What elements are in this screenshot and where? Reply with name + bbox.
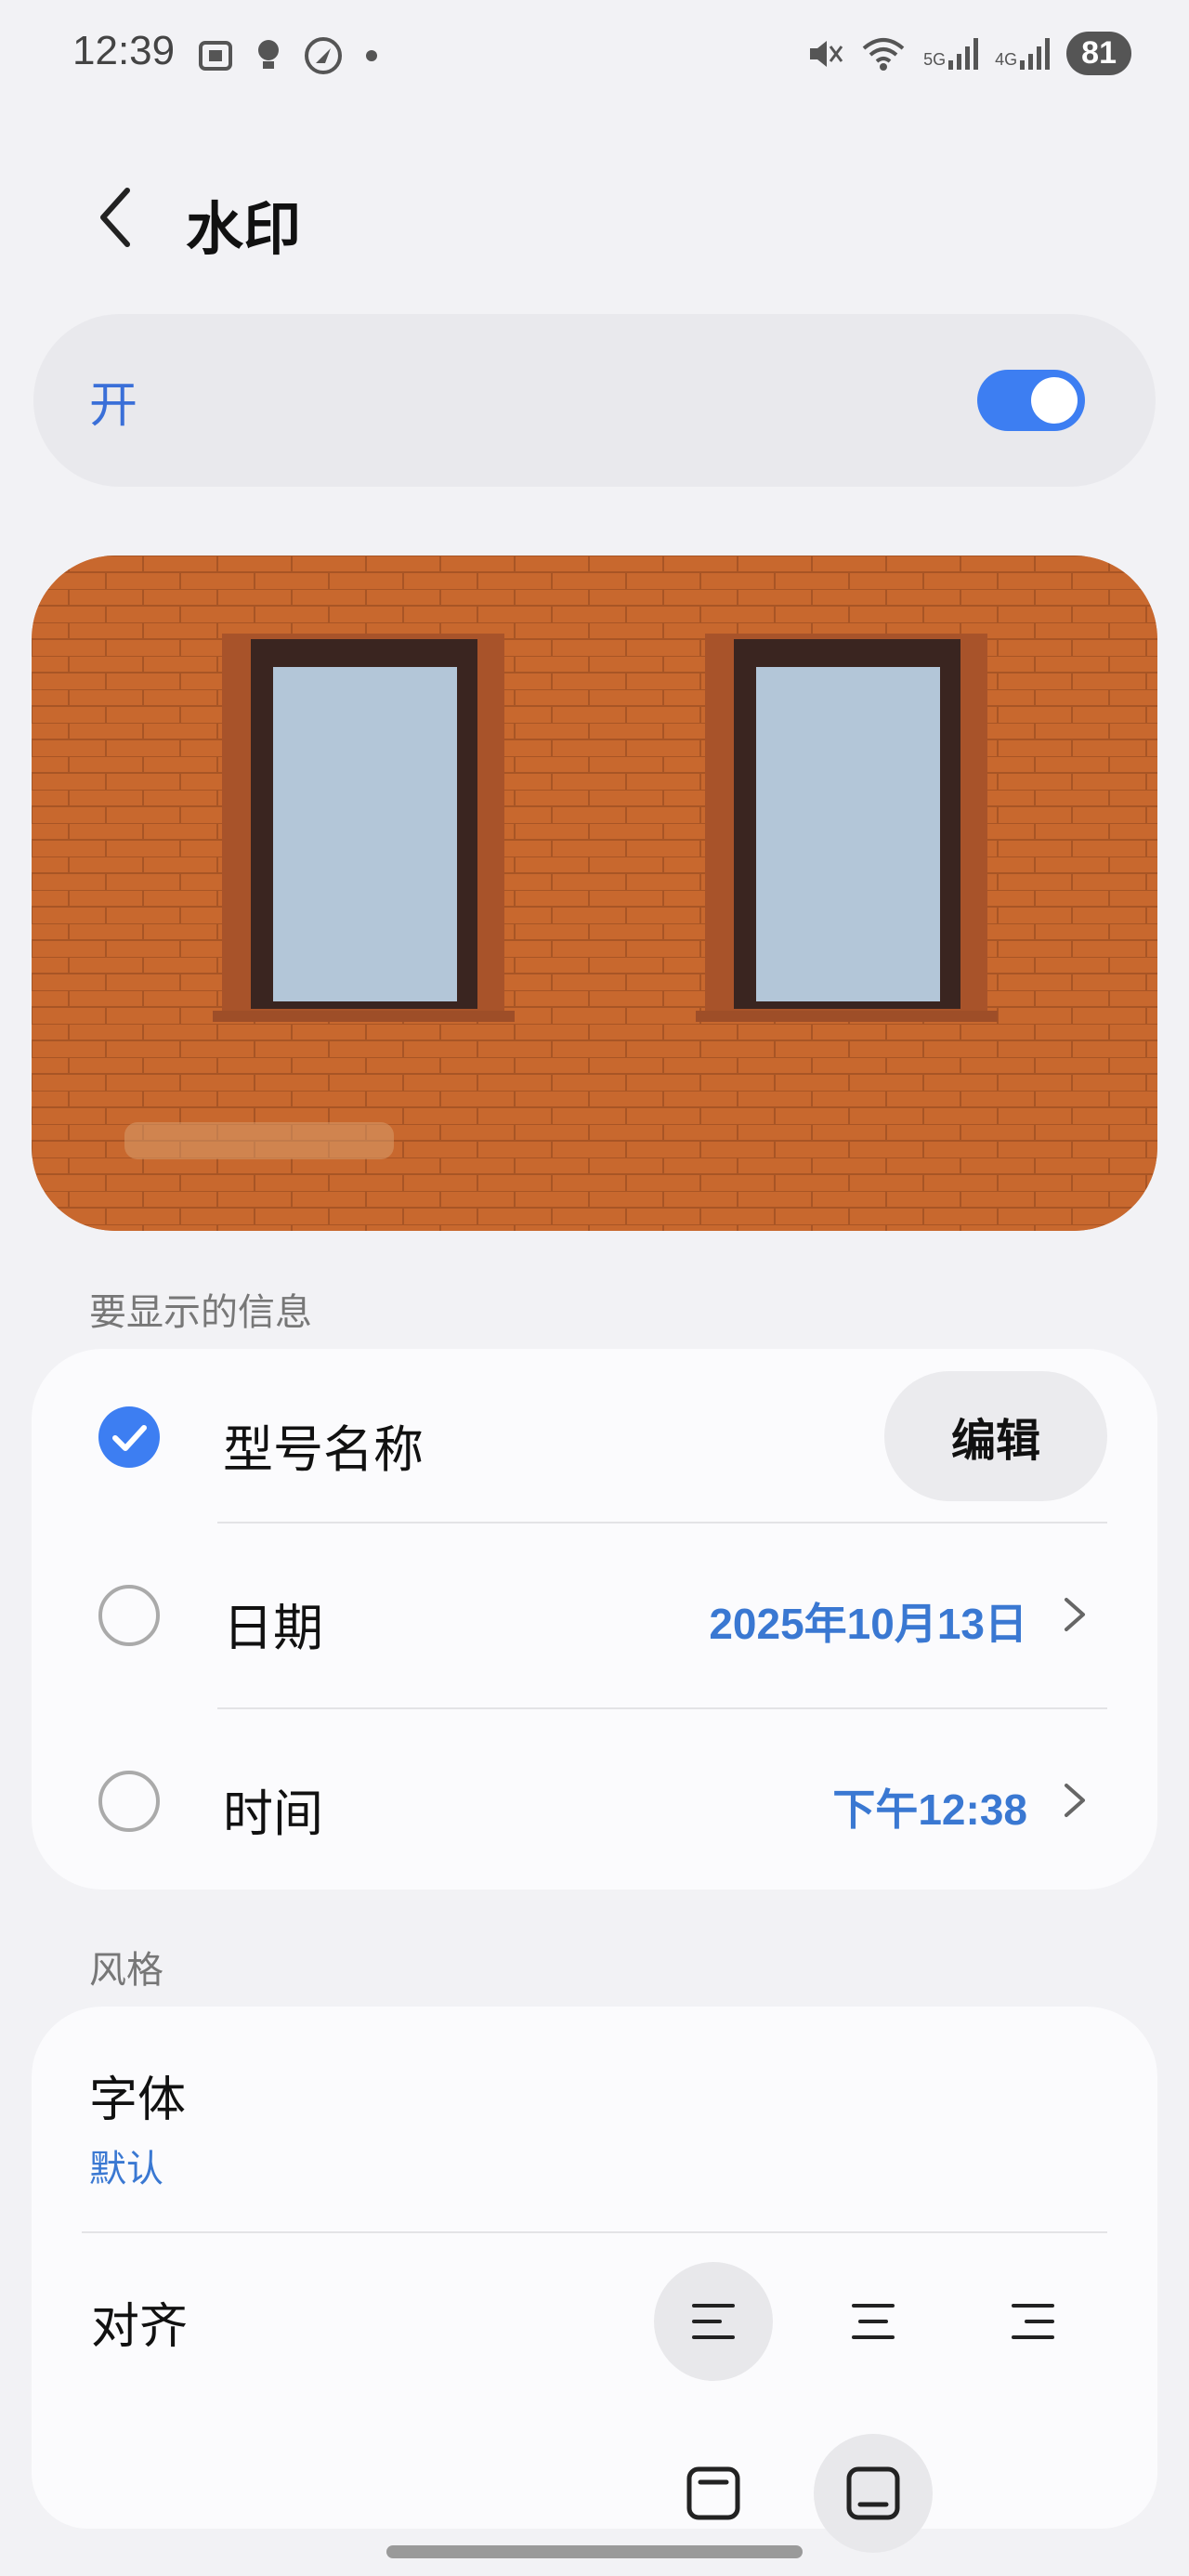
home-indicator[interactable] xyxy=(386,2545,803,2558)
font-label: 字体 xyxy=(89,2073,187,2128)
bulb-icon xyxy=(258,40,279,69)
chevron-right-icon xyxy=(1065,1784,1085,1817)
date-checkbox[interactable] xyxy=(98,1585,160,1646)
time-checkbox[interactable] xyxy=(98,1771,160,1832)
position-bottom-icon xyxy=(846,2466,900,2520)
status-bar: 12:39 5G 4G 81 xyxy=(0,0,1189,111)
position-top-button[interactable] xyxy=(654,2434,773,2553)
watermark-toggle-label: 开 xyxy=(89,378,138,434)
info-section-heading: 要显示的信息 xyxy=(89,1291,312,1334)
header: 水印 xyxy=(0,167,1189,269)
page-title: 水印 xyxy=(186,195,302,263)
alignment-label: 对齐 xyxy=(91,2299,189,2355)
position-bottom-button[interactable] xyxy=(814,2434,933,2553)
font-row[interactable]: 字体 默认 xyxy=(32,2007,1157,2229)
time-row[interactable]: 时间 下午12:38 xyxy=(32,1711,1157,1888)
model-name-row[interactable]: 型号名称 编辑 xyxy=(32,1349,1157,1525)
edit-button[interactable]: 编辑 xyxy=(884,1371,1107,1501)
style-card: 字体 默认 对齐 xyxy=(32,2007,1157,2553)
navigation-icon xyxy=(305,37,342,74)
screenshot-icon xyxy=(199,41,232,71)
style-section-heading: 风格 xyxy=(89,1949,163,1992)
align-right-button[interactable] xyxy=(973,2262,1092,2381)
brick-wall-photo xyxy=(32,556,1157,1231)
time-value: 下午12:38 xyxy=(832,1785,1027,1834)
switch-knob xyxy=(1031,377,1078,424)
date-value: 2025年10月13日 xyxy=(709,1600,1027,1648)
back-button[interactable] xyxy=(82,180,147,255)
watermark-switch[interactable] xyxy=(977,370,1085,431)
align-left-button[interactable] xyxy=(654,2262,773,2381)
model-name-label: 型号名称 xyxy=(223,1420,424,1479)
mute-icon xyxy=(810,40,843,67)
row-divider xyxy=(217,1522,1107,1523)
font-value: 默认 xyxy=(89,2148,163,2190)
row-divider xyxy=(82,2231,1107,2233)
model-name-checkbox[interactable] xyxy=(98,1406,160,1468)
dot-icon xyxy=(366,50,377,61)
date-label: 日期 xyxy=(223,1599,323,1657)
time-label: 时间 xyxy=(223,1785,323,1843)
info-card: 型号名称 编辑 日期 2025年10月13日 时间 下午12:38 xyxy=(32,1349,1157,1890)
position-top-icon xyxy=(686,2466,740,2520)
wifi-icon xyxy=(862,37,905,71)
battery-indicator: 81 xyxy=(1066,32,1131,75)
date-row[interactable]: 日期 2025年10月13日 xyxy=(32,1525,1157,1702)
chevron-right-icon xyxy=(1065,1598,1085,1631)
signal-4g-icon: 4G xyxy=(995,37,1051,70)
align-left-icon xyxy=(692,2304,735,2339)
align-center-button[interactable] xyxy=(814,2262,933,2381)
status-time: 12:39 xyxy=(72,28,176,73)
signal-5g-icon: 5G xyxy=(923,37,979,70)
check-icon xyxy=(112,1425,147,1451)
watermark-preview-image xyxy=(32,556,1157,1231)
align-center-icon xyxy=(852,2304,895,2339)
row-divider xyxy=(217,1707,1107,1709)
watermark-toggle-row[interactable]: 开 xyxy=(33,314,1156,487)
align-right-icon xyxy=(1012,2304,1054,2339)
back-arrow-icon xyxy=(100,188,130,247)
